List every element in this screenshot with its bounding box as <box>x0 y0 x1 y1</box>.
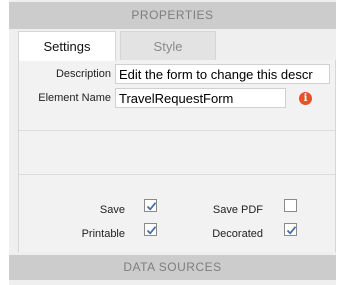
printable-label: Printable <box>81 228 125 240</box>
save-checkbox[interactable] <box>144 199 157 212</box>
properties-header[interactable]: PROPERTIES <box>9 2 336 29</box>
divider <box>19 174 335 175</box>
decorated-checkbox[interactable] <box>284 223 297 236</box>
decorated-label: Decorated <box>212 228 263 240</box>
description-input[interactable] <box>115 64 330 84</box>
save-pdf-label: Save PDF <box>212 204 263 216</box>
data-sources-header[interactable]: DATA SOURCES <box>9 255 336 280</box>
element-name-label: Element Name <box>38 92 111 104</box>
save-pdf-checkbox[interactable] <box>284 199 297 212</box>
tab-settings[interactable]: Settings <box>18 31 116 61</box>
save-label: Save <box>99 204 125 216</box>
settings-content: Description Element Name i Save Save PDF… <box>18 60 336 252</box>
description-label: Description <box>55 68 111 80</box>
divider <box>19 130 335 131</box>
info-icon[interactable]: i <box>299 92 312 105</box>
tab-style[interactable]: Style <box>120 31 216 60</box>
element-name-input[interactable] <box>115 88 286 108</box>
printable-checkbox[interactable] <box>144 223 157 236</box>
properties-panel: PROPERTIES Settings Style Description El… <box>9 0 336 285</box>
